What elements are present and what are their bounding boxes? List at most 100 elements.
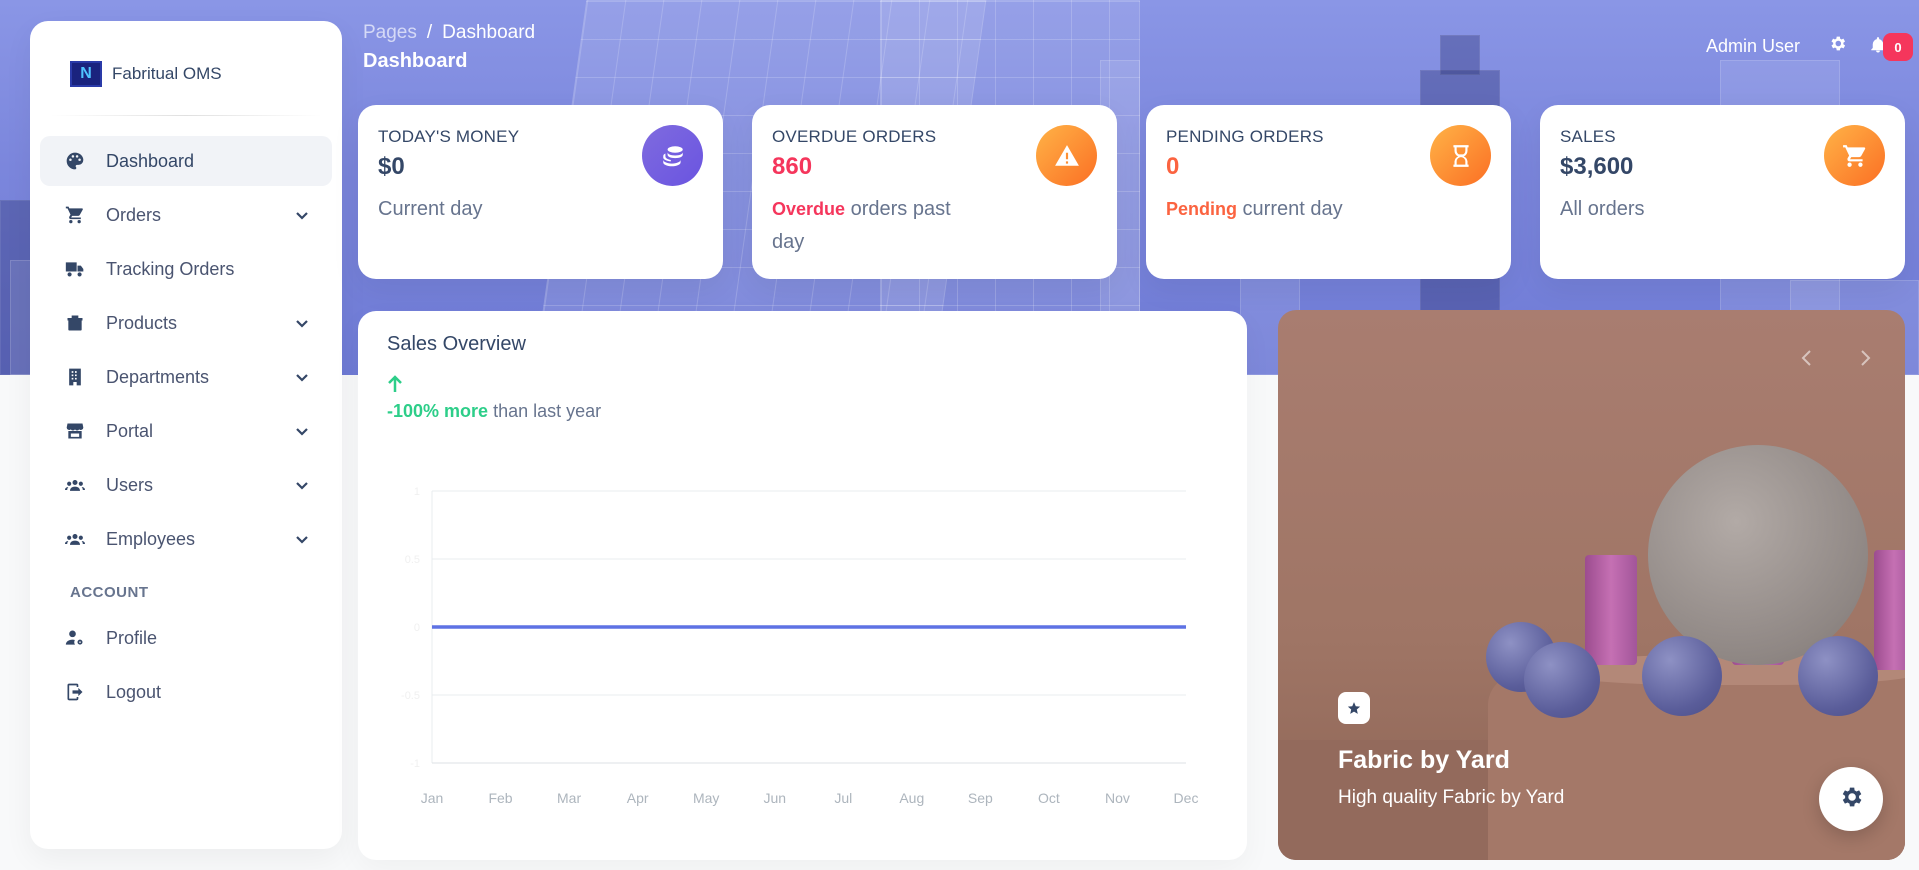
user-menu[interactable]: Admin User bbox=[1706, 36, 1800, 57]
truck-icon bbox=[64, 258, 86, 280]
promo-subtitle: High quality Fabric by Yard bbox=[1338, 787, 1565, 808]
chevron-down-icon bbox=[294, 477, 310, 493]
coins-icon bbox=[642, 125, 703, 186]
sidebar-item-label: Profile bbox=[106, 627, 158, 648]
scene-sphere bbox=[1524, 642, 1600, 718]
arrow-up-icon bbox=[387, 375, 403, 398]
sidebar-item-departments[interactable]: Departments bbox=[40, 352, 332, 402]
sidebar: N Fabritual OMS Dashboard Orders Trackin… bbox=[30, 21, 342, 849]
chevron-right-icon[interactable] bbox=[1855, 348, 1875, 373]
carousel-controls bbox=[1797, 348, 1875, 373]
chevron-down-icon bbox=[294, 531, 310, 547]
stat-card-todays-money: TODAY'S MONEY $0 Current day bbox=[358, 105, 723, 279]
cart-icon bbox=[1824, 125, 1885, 186]
sidebar-item-label: Employees bbox=[106, 528, 196, 549]
sidebar-item-logout[interactable]: Logout bbox=[40, 667, 332, 717]
building-icon bbox=[64, 366, 86, 388]
stat-subtext: Current day bbox=[378, 198, 483, 220]
gear-icon[interactable] bbox=[1828, 34, 1847, 58]
sales-overview-title: Sales Overview bbox=[387, 333, 526, 355]
stat-subtext: Overdue orders past day bbox=[772, 198, 951, 253]
sidebar-item-label: Products bbox=[106, 312, 178, 333]
sidebar-item-label: Portal bbox=[106, 420, 154, 441]
x-tick-label: Sep bbox=[968, 790, 993, 806]
sales-line-chart: 1 0.5 0 -0.5 -1 Jan Feb Mar Apr May Jun Jul Aug Sep Oc… bbox=[401, 486, 1199, 806]
x-tick-label: Jan bbox=[421, 790, 444, 806]
sidebar-item-employees[interactable]: Employees bbox=[40, 514, 332, 564]
sidebar-item-tracking-orders[interactable]: Tracking Orders bbox=[40, 244, 332, 294]
brand[interactable]: N Fabritual OMS bbox=[30, 21, 342, 99]
x-tick-label: Nov bbox=[1105, 790, 1130, 806]
users-icon bbox=[64, 528, 86, 550]
brand-name: Fabritual OMS bbox=[112, 64, 222, 83]
sidebar-item-label: Users bbox=[106, 474, 154, 495]
x-tick-label: Dec bbox=[1174, 790, 1199, 806]
y-tick-label: -1 bbox=[410, 758, 420, 770]
sidebar-item-portal[interactable]: Portal bbox=[40, 406, 332, 456]
warning-icon bbox=[1036, 125, 1097, 186]
x-tick-label: Oct bbox=[1038, 790, 1060, 806]
scene-large-sphere bbox=[1648, 445, 1868, 665]
stat-card-overdue-orders: OVERDUE ORDERS 860 Overdue orders past d… bbox=[752, 105, 1117, 279]
scene-sphere bbox=[1798, 636, 1878, 716]
brand-logo: N bbox=[70, 61, 102, 87]
x-tick-label: Jul bbox=[834, 790, 852, 806]
x-tick-label: Jun bbox=[763, 790, 786, 806]
breadcrumb-current: Dashboard bbox=[442, 22, 536, 43]
chevron-down-icon bbox=[294, 423, 310, 439]
stat-card-sales: SALES $3,600 All orders bbox=[1540, 105, 1905, 279]
page-title: Dashboard bbox=[363, 50, 468, 72]
breadcrumb: Pages / Dashboard bbox=[363, 22, 535, 44]
gear-icon bbox=[1838, 784, 1864, 815]
palette-icon bbox=[64, 150, 86, 172]
stat-subtext: Pending current day bbox=[1166, 198, 1343, 220]
notifications-button[interactable]: 0 bbox=[1869, 33, 1913, 61]
sidebar-item-label: Tracking Orders bbox=[106, 258, 235, 279]
promo-carousel: Fabric by Yard High quality Fabric by Ya… bbox=[1278, 310, 1905, 860]
divider bbox=[50, 115, 322, 116]
x-tick-label: Mar bbox=[557, 790, 581, 806]
account-section-label: ACCOUNT bbox=[70, 584, 149, 601]
sidebar-item-label: Logout bbox=[106, 681, 162, 702]
chevron-down-icon bbox=[294, 315, 310, 331]
sidebar-item-label: Departments bbox=[106, 366, 210, 387]
chevron-left-icon[interactable] bbox=[1797, 348, 1817, 373]
sales-overview-card: Sales Overview -100% more than last year… bbox=[358, 311, 1247, 860]
sidebar-item-label: Dashboard bbox=[106, 150, 195, 171]
store-icon bbox=[64, 420, 86, 442]
sidebar-item-orders[interactable]: Orders bbox=[40, 190, 332, 240]
y-tick-label: 0.5 bbox=[405, 554, 420, 566]
scene-cylinder bbox=[1585, 555, 1637, 665]
cart-icon bbox=[64, 204, 86, 226]
chevron-down-icon bbox=[294, 207, 310, 223]
breadcrumb-separator: / bbox=[426, 22, 433, 43]
x-tick-label: Aug bbox=[899, 790, 924, 806]
sidebar-item-label: Orders bbox=[106, 204, 162, 225]
notification-badge: 0 bbox=[1883, 33, 1913, 61]
settings-fab[interactable] bbox=[1819, 767, 1883, 831]
x-tick-label: Apr bbox=[627, 790, 649, 806]
sidebar-item-products[interactable]: Products bbox=[40, 298, 332, 348]
users-icon bbox=[64, 474, 86, 496]
sales-delta: -100% more than last year bbox=[387, 401, 602, 421]
sidebar-item-dashboard[interactable]: Dashboard bbox=[40, 136, 332, 186]
scene-sphere bbox=[1642, 636, 1722, 716]
topbar-actions: Admin User 0 bbox=[1706, 33, 1913, 61]
y-tick-label: 0 bbox=[414, 622, 420, 634]
stat-card-pending-orders: PENDING ORDERS 0 Pending current day bbox=[1146, 105, 1511, 279]
promo-title: Fabric by Yard bbox=[1338, 746, 1510, 774]
hourglass-icon bbox=[1430, 125, 1491, 186]
y-tick-label: 1 bbox=[414, 486, 420, 498]
sidebar-item-profile[interactable]: Profile bbox=[40, 613, 332, 663]
sidebar-nav: Dashboard Orders Tracking Orders Product… bbox=[30, 136, 342, 717]
sidebar-item-users[interactable]: Users bbox=[40, 460, 332, 510]
logout-icon bbox=[64, 681, 86, 703]
sales-chart: 1 0.5 0 -0.5 -1 Jan Feb Mar Apr May Jun Jul Aug Sep Oc… bbox=[378, 461, 1228, 841]
user-cog-icon bbox=[64, 627, 86, 649]
y-tick-label: -0.5 bbox=[401, 690, 420, 702]
star-icon bbox=[1338, 692, 1370, 724]
box-icon bbox=[64, 312, 86, 334]
stat-subtext: All orders bbox=[1560, 198, 1645, 220]
breadcrumb-root[interactable]: Pages bbox=[363, 22, 417, 43]
x-tick-label: May bbox=[693, 790, 719, 806]
